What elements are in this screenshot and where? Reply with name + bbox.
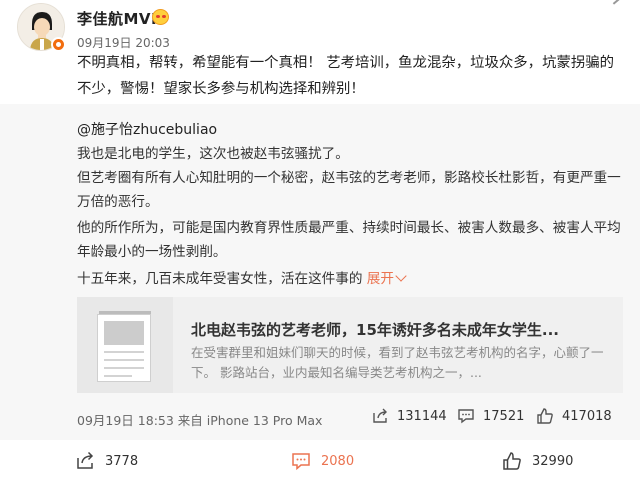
document-icon [97,314,151,382]
share-arrow-icon [373,408,387,423]
repost-paragraph-truncated: 十五年来，几百未成年受害女性，活在这件事的 展开 [77,267,625,291]
article-description: 在受害群里和姐妹们聊天的时候，看到了赵韦弦艺考机构的名字，心颤了一下。 影路站台… [191,345,604,380]
expand-label[interactable]: 展开 [367,271,394,287]
article-link-card[interactable]: 北电赵韦弦的艺考老师，15年诱奸多名未成年女学生... 在受害群里和姐妹们聊天的… [77,297,623,393]
document-image-placeholder [104,321,144,345]
repost-paragraph-text: 十五年来，几百未成年受害女性，活在这件事的 [77,271,363,287]
like-count: 32990 [532,453,574,469]
chevron-down-icon [395,270,407,282]
repost-comments-stat[interactable]: 17521 [457,407,524,425]
verified-badge-icon [51,37,66,52]
comment-bubble-icon [292,453,310,471]
comment-bubble-icon [458,409,474,424]
repost-paragraph: 我也是北电的学生，这次也被赵韦弦骚扰了。 [77,146,349,162]
comment-button[interactable]: 2080 [291,451,354,471]
repost-likes-stat[interactable]: 417018 [536,407,612,425]
repost-paragraph: 但艺考圈有所有人心知肚明的一个秘密，赵韦弦的艺考老师，影路校长杜影哲，有更严重一… [77,170,621,210]
article-title[interactable]: 北电赵韦弦的艺考老师，15年诱奸多名未成年女学生... [191,319,559,340]
repost-meta: 09月19日 18:53 来自 iPhone 13 Pro Max [77,413,323,428]
repost-count: 3778 [105,453,139,469]
post-text: 不明真相，帮转，希望能有一个真相！ 艺考培训，鱼龙混杂，垃圾众多，坑蒙拐骗的不少… [77,55,615,97]
post-header: 李佳航MVP 09月19日 20:03 [0,0,640,52]
document-line [104,375,132,377]
repost-comments-count: 17521 [483,408,525,424]
share-arrow-icon [77,451,94,469]
comment-count: 2080 [321,453,355,469]
article-thumbnail [77,297,173,393]
repost-author-link[interactable]: @施子怡zhucebuliao [77,119,217,139]
chevron-down-icon[interactable] [612,0,626,5]
post-time[interactable]: 09月19日 20:03 [77,34,170,51]
document-line [104,359,144,361]
repost-button[interactable]: 3778 [75,451,138,471]
repost-likes-count: 417018 [562,408,612,424]
repost-reposts-count: 131144 [397,408,447,424]
expand-link[interactable]: 展开 [367,270,407,287]
repost-reposts-stat[interactable]: 131144 [371,407,447,425]
vip-emoji-icon [152,9,169,25]
username[interactable]: 李佳航MVP [77,8,163,29]
document-line [104,367,144,369]
thumbs-up-icon [537,408,553,424]
like-button[interactable]: 32990 [502,451,573,471]
thumbs-up-icon [503,452,521,470]
document-line [104,351,144,353]
repost-paragraph: 他的所作所为，可能是国内教育界性质最严重、持续时间最长、被害人数最多、被害人平均… [77,220,621,260]
